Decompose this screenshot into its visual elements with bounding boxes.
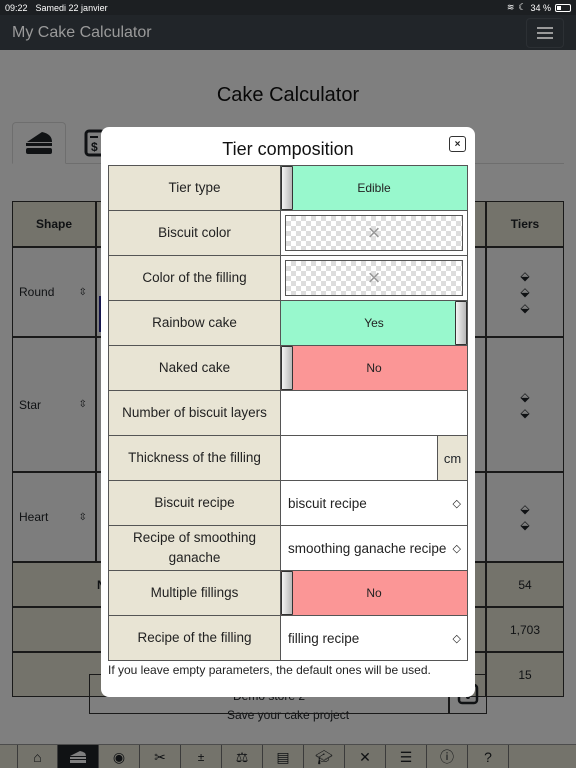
filling-recipe-select[interactable]: filling recipe ◇ xyxy=(281,616,467,660)
row-filling-thickness: Thickness of the filling cm xyxy=(108,435,468,481)
modal-title: Tier composition xyxy=(222,139,354,159)
no-color-icon: × xyxy=(367,220,381,245)
toggle-knob[interactable] xyxy=(455,301,467,345)
label-biscuit-recipe: Biscuit recipe xyxy=(108,480,281,526)
row-filling-recipe: Recipe of the filling filling recipe ◇ xyxy=(108,615,468,661)
moon-icon: ☾ xyxy=(518,2,527,12)
row-ganache-recipe: Recipe of smoothing ganache smoothing ga… xyxy=(108,525,468,571)
status-bar: 09:22 Samedi 22 janvier ≋ ☾ 34 % xyxy=(0,0,576,15)
rainbow-cake-toggle[interactable]: Yes xyxy=(281,301,467,345)
tier-type-toggle[interactable]: Edible xyxy=(281,166,467,210)
label-tier-type: Tier type xyxy=(108,165,281,211)
status-right: ≋ ☾ 34 % xyxy=(507,2,571,13)
label-multiple-fillings: Multiple fillings xyxy=(108,570,281,616)
label-ganache-recipe: Recipe of smoothing ganache xyxy=(108,525,281,571)
close-icon: × xyxy=(454,138,461,150)
toggle-knob[interactable] xyxy=(281,346,293,390)
label-rainbow-cake: Rainbow cake xyxy=(108,300,281,346)
ganache-recipe-select[interactable]: smoothing ganache recipe ◇ xyxy=(281,526,467,570)
row-multiple-fillings: Multiple fillings No xyxy=(108,570,468,616)
biscuit-layers-input[interactable] xyxy=(281,391,467,435)
status-date: Samedi 22 janvier xyxy=(35,2,108,13)
label-filling-color: Color of the filling xyxy=(108,255,281,301)
biscuit-recipe-select[interactable]: biscuit recipe ◇ xyxy=(281,481,467,525)
row-naked-cake: Naked cake No xyxy=(108,345,468,391)
battery-icon xyxy=(555,3,571,12)
select-arrows-icon: ◇ xyxy=(452,497,461,510)
label-naked-cake: Naked cake xyxy=(108,345,281,391)
tier-composition-modal: Tier composition × Tier type Edible Bisc… xyxy=(101,127,475,697)
battery-level: 34 % xyxy=(530,2,551,13)
navbar: My Cake Calculator xyxy=(0,15,576,50)
row-biscuit-layers: Number of biscuit layers xyxy=(108,390,468,436)
label-biscuit-layers: Number of biscuit layers xyxy=(108,390,281,436)
modal-note: If you leave empty parameters, the defau… xyxy=(108,663,431,677)
multiple-fillings-toggle[interactable]: No xyxy=(281,571,467,615)
status-time: 09:22 xyxy=(5,2,28,13)
close-button[interactable]: × xyxy=(449,136,466,152)
app-brand[interactable]: My Cake Calculator xyxy=(12,24,152,42)
filling-color-picker[interactable]: × xyxy=(285,260,463,296)
select-arrows-icon: ◇ xyxy=(452,542,461,555)
unit-label: cm xyxy=(437,436,467,480)
toggle-knob[interactable] xyxy=(281,571,293,615)
toggle-knob[interactable] xyxy=(281,166,293,210)
row-tier-type: Tier type Edible xyxy=(108,165,468,211)
row-biscuit-color: Biscuit color × xyxy=(108,210,468,256)
wifi-icon: ≋ xyxy=(506,2,515,12)
filling-thickness-input[interactable] xyxy=(281,436,437,480)
tier-composition-table: Tier type Edible Biscuit color × Color o… xyxy=(108,165,468,661)
label-biscuit-color: Biscuit color xyxy=(108,210,281,256)
select-arrows-icon: ◇ xyxy=(452,632,461,645)
hamburger-icon xyxy=(537,26,553,29)
hamburger-menu-button[interactable] xyxy=(526,17,564,48)
row-biscuit-recipe: Biscuit recipe biscuit recipe ◇ xyxy=(108,480,468,526)
label-filling-thickness: Thickness of the filling xyxy=(108,435,281,481)
row-filling-color: Color of the filling × xyxy=(108,255,468,301)
biscuit-color-picker[interactable]: × xyxy=(285,215,463,251)
row-rainbow-cake: Rainbow cake Yes xyxy=(108,300,468,346)
no-color-icon: × xyxy=(367,265,381,290)
naked-cake-toggle[interactable]: No xyxy=(281,346,467,390)
label-filling-recipe: Recipe of the filling xyxy=(108,615,281,661)
